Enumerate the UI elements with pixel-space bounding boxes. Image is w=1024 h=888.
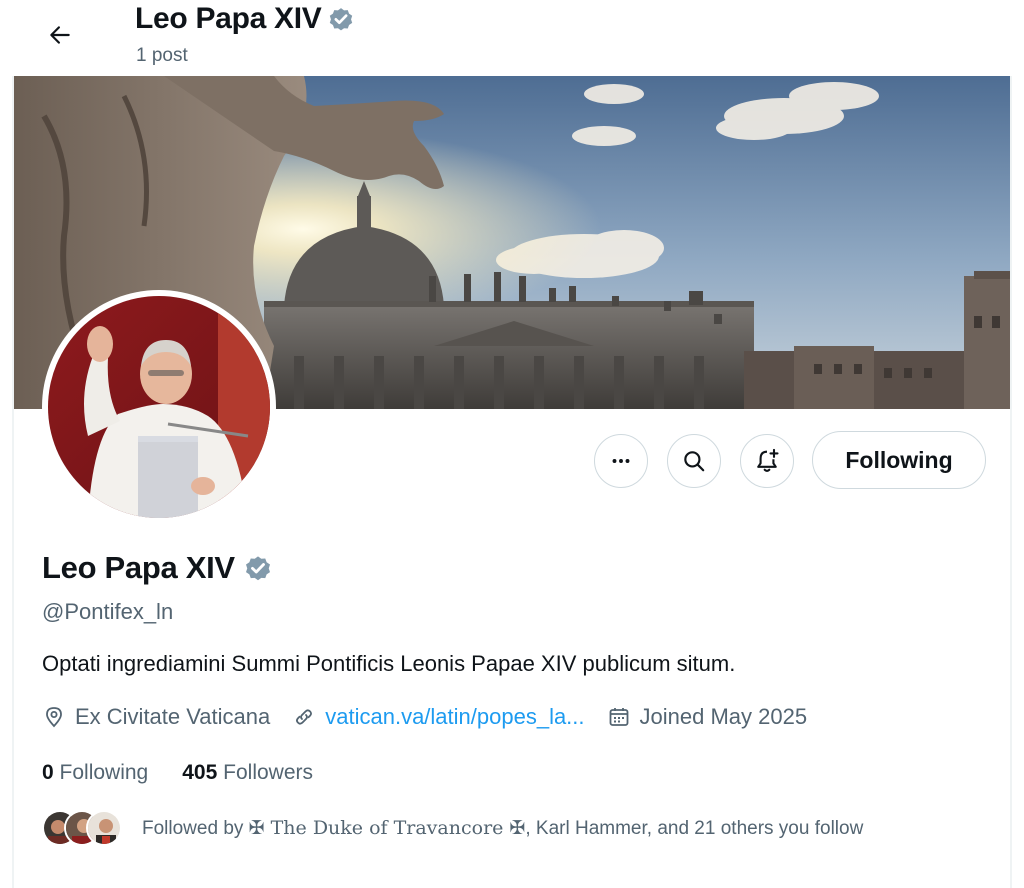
more-button[interactable] — [594, 434, 648, 488]
header-title: Leo Papa XIV — [135, 2, 355, 36]
profile-meta: Ex Civitate Vaticana vatican.va/latin/po… — [42, 704, 829, 730]
verified-badge-icon — [245, 556, 270, 581]
location-pin-icon — [46, 707, 62, 728]
more-dots-icon — [612, 459, 630, 463]
followers-count: 405 — [182, 761, 218, 784]
followed-by-name: ✠ The Duke of Travancore ✠ — [248, 816, 526, 839]
profile-name: Leo Papa XIV — [42, 550, 273, 586]
notifications-button[interactable] — [740, 434, 794, 488]
post-count: 1 post — [136, 45, 188, 66]
followers-stat[interactable]: 405 Followers — [182, 761, 313, 785]
profile-bio: Optati ingrediamini Summi Pontificis Leo… — [42, 651, 736, 676]
arrow-left-icon — [50, 26, 70, 44]
following-stat[interactable]: 0 Following — [42, 761, 148, 785]
follow-stats: 0 Following 405 Followers — [42, 761, 313, 785]
followers-you-know-avatars — [42, 808, 126, 848]
right-border — [1010, 0, 1012, 888]
link-icon — [296, 709, 313, 725]
following-label: Following — [59, 761, 149, 784]
location-item: Ex Civitate Vaticana — [42, 704, 270, 730]
bell-plus-icon — [757, 448, 779, 472]
search-icon — [684, 451, 705, 472]
joined-item: Joined May 2025 — [607, 704, 808, 730]
followed-by-text: Followed by ✠ The Duke of Travancore ✠, … — [142, 817, 863, 840]
profile-handle: @Pontifex_ln — [42, 599, 174, 624]
profile-header: Leo Papa XIV 1 post — [0, 0, 1024, 76]
website-link[interactable]: vatican.va/latin/popes_la... — [325, 704, 584, 730]
verified-badge-icon — [330, 8, 353, 31]
followed-by-prefix: Followed by — [142, 817, 249, 839]
header-name-text: Leo Papa XIV — [135, 2, 322, 35]
calendar-icon — [609, 708, 628, 726]
location-text: Ex Civitate Vaticana — [75, 704, 271, 729]
followed-by-suffix: , Karl Hammer, and 21 others you follow — [525, 817, 864, 839]
back-button[interactable] — [40, 15, 80, 55]
followed-by-row[interactable]: Followed by ✠ The Duke of Travancore ✠, … — [42, 808, 863, 848]
followers-label: Followers — [223, 761, 313, 784]
website-item[interactable]: vatican.va/latin/popes_la... — [292, 704, 585, 730]
profile-avatar[interactable] — [42, 290, 276, 524]
profile-name-text: Leo Papa XIV — [42, 550, 235, 585]
following-button[interactable]: Following — [812, 431, 986, 489]
search-profile-button[interactable] — [667, 434, 721, 488]
joined-text: Joined May 2025 — [639, 704, 808, 729]
mini-avatar — [86, 810, 122, 846]
following-count: 0 — [42, 761, 54, 784]
